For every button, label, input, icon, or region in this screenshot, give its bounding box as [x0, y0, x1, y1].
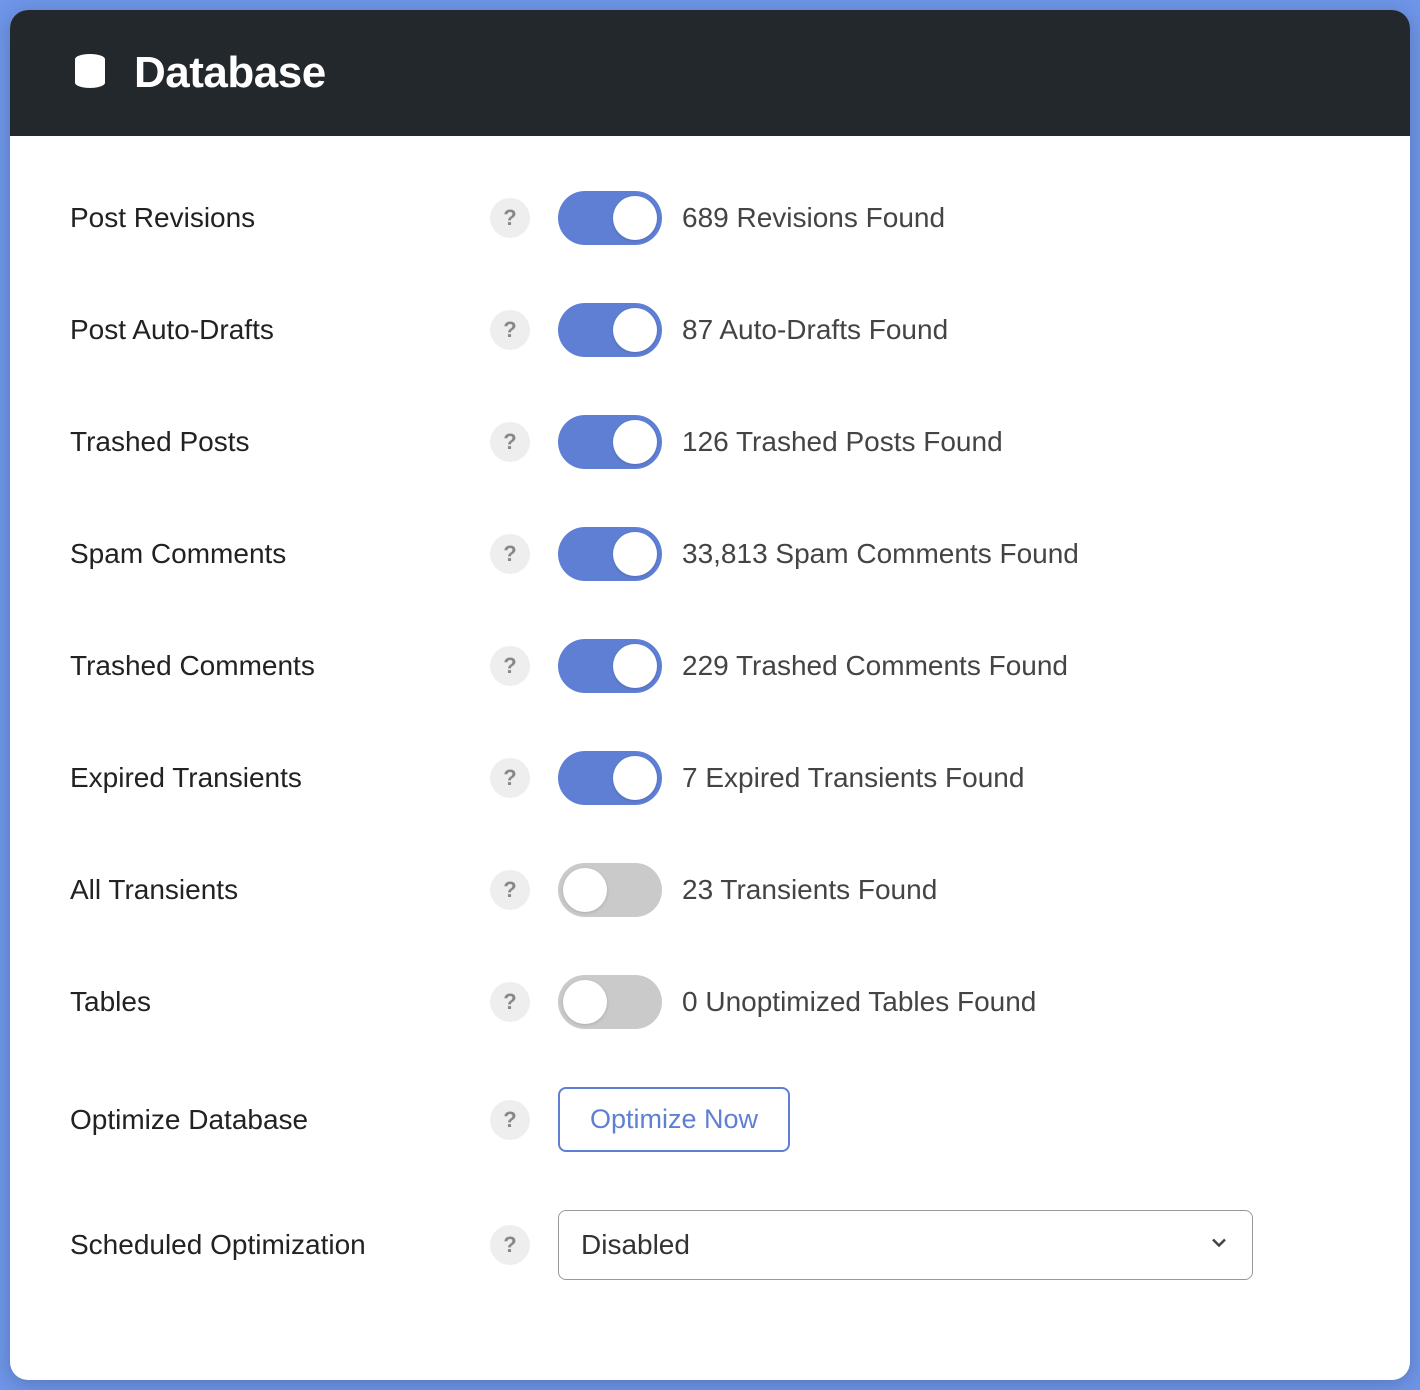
label-tables: Tables [70, 986, 490, 1018]
status-all-transients: 23 Transients Found [682, 874, 937, 906]
help-icon[interactable]: ? [490, 982, 530, 1022]
optimize-now-button[interactable]: Optimize Now [558, 1087, 790, 1152]
controls: 7 Expired Transients Found [558, 751, 1350, 805]
database-settings-panel: Database Post Revisions ? 689 Revisions … [10, 10, 1410, 1380]
row-trashed-comments: Trashed Comments ? 229 Trashed Comments … [70, 639, 1350, 693]
help-icon[interactable]: ? [490, 534, 530, 574]
row-tables: Tables ? 0 Unoptimized Tables Found [70, 975, 1350, 1029]
controls: 229 Trashed Comments Found [558, 639, 1350, 693]
status-trashed-posts: 126 Trashed Posts Found [682, 426, 1003, 458]
row-trashed-posts: Trashed Posts ? 126 Trashed Posts Found [70, 415, 1350, 469]
label-post-auto-drafts: Post Auto-Drafts [70, 314, 490, 346]
toggle-all-transients[interactable] [558, 863, 662, 917]
panel-title: Database [134, 48, 326, 98]
label-scheduled-optimization: Scheduled Optimization [70, 1229, 490, 1261]
toggle-trashed-posts[interactable] [558, 415, 662, 469]
help-icon[interactable]: ? [490, 1225, 530, 1265]
status-post-revisions: 689 Revisions Found [682, 202, 945, 234]
status-expired-transients: 7 Expired Transients Found [682, 762, 1024, 794]
help-icon[interactable]: ? [490, 310, 530, 350]
help-icon[interactable]: ? [490, 198, 530, 238]
status-tables: 0 Unoptimized Tables Found [682, 986, 1036, 1018]
help-icon[interactable]: ? [490, 646, 530, 686]
row-all-transients: All Transients ? 23 Transients Found [70, 863, 1350, 917]
label-trashed-comments: Trashed Comments [70, 650, 490, 682]
controls: 0 Unoptimized Tables Found [558, 975, 1350, 1029]
controls: Disabled [558, 1210, 1350, 1280]
controls: 689 Revisions Found [558, 191, 1350, 245]
controls: 126 Trashed Posts Found [558, 415, 1350, 469]
scheduled-optimization-select[interactable]: Disabled [558, 1210, 1253, 1280]
help-icon[interactable]: ? [490, 870, 530, 910]
toggle-post-revisions[interactable] [558, 191, 662, 245]
label-optimize-database: Optimize Database [70, 1104, 490, 1136]
toggle-expired-transients[interactable] [558, 751, 662, 805]
scheduled-optimization-select-wrap: Disabled [558, 1210, 1253, 1280]
help-icon[interactable]: ? [490, 422, 530, 462]
row-post-auto-drafts: Post Auto-Drafts ? 87 Auto-Drafts Found [70, 303, 1350, 357]
status-spam-comments: 33,813 Spam Comments Found [682, 538, 1079, 570]
label-expired-transients: Expired Transients [70, 762, 490, 794]
help-icon[interactable]: ? [490, 758, 530, 798]
label-spam-comments: Spam Comments [70, 538, 490, 570]
controls: 33,813 Spam Comments Found [558, 527, 1350, 581]
row-spam-comments: Spam Comments ? 33,813 Spam Comments Fou… [70, 527, 1350, 581]
status-post-auto-drafts: 87 Auto-Drafts Found [682, 314, 948, 346]
label-trashed-posts: Trashed Posts [70, 426, 490, 458]
panel-body: Post Revisions ? 689 Revisions Found Pos… [10, 136, 1410, 1380]
toggle-trashed-comments[interactable] [558, 639, 662, 693]
help-icon[interactable]: ? [490, 1100, 530, 1140]
row-optimize-database: Optimize Database ? Optimize Now [70, 1087, 1350, 1152]
panel-header: Database [10, 10, 1410, 136]
toggle-post-auto-drafts[interactable] [558, 303, 662, 357]
controls: Optimize Now [558, 1087, 1350, 1152]
toggle-tables[interactable] [558, 975, 662, 1029]
database-icon [70, 51, 110, 96]
status-trashed-comments: 229 Trashed Comments Found [682, 650, 1068, 682]
label-post-revisions: Post Revisions [70, 202, 490, 234]
controls: 87 Auto-Drafts Found [558, 303, 1350, 357]
controls: 23 Transients Found [558, 863, 1350, 917]
row-expired-transients: Expired Transients ? 7 Expired Transient… [70, 751, 1350, 805]
row-scheduled-optimization: Scheduled Optimization ? Disabled [70, 1210, 1350, 1280]
label-all-transients: All Transients [70, 874, 490, 906]
row-post-revisions: Post Revisions ? 689 Revisions Found [70, 191, 1350, 245]
toggle-spam-comments[interactable] [558, 527, 662, 581]
